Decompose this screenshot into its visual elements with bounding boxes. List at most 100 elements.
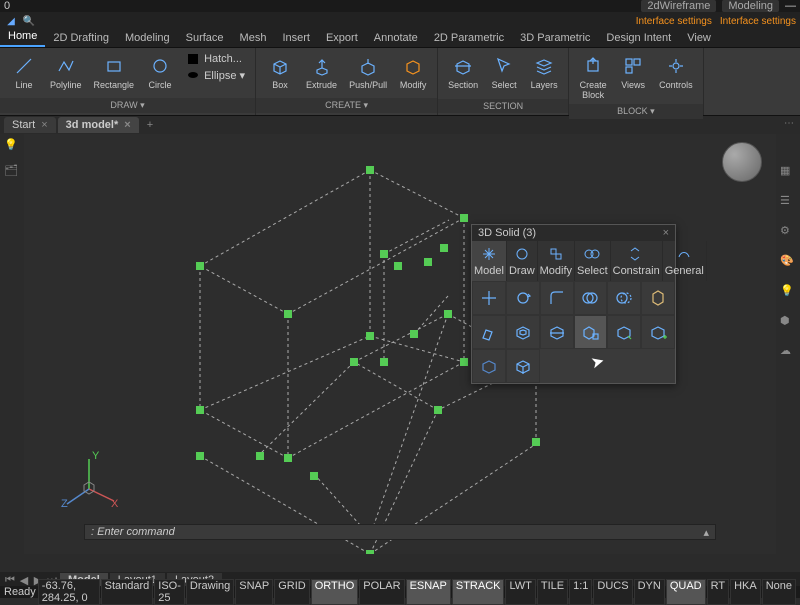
quad-tool-move[interactable]: [472, 281, 506, 315]
tool-pushpull[interactable]: Push/Pull: [345, 52, 391, 92]
quad-tab-draw[interactable]: Draw: [507, 241, 538, 281]
layers-icon[interactable]: ☰: [780, 194, 796, 210]
tool-controls[interactable]: Controls: [655, 52, 697, 92]
viewport-menu-icon[interactable]: ⋯: [784, 118, 794, 129]
status-snap[interactable]: SNAP: [235, 579, 273, 605]
tab-2d-parametric[interactable]: 2D Parametric: [426, 29, 512, 47]
cloud-icon[interactable]: ☁: [780, 344, 796, 360]
tab-3d-parametric[interactable]: 3D Parametric: [512, 29, 598, 47]
quad-tab-general[interactable]: General: [663, 241, 707, 281]
tab-modeling[interactable]: Modeling: [117, 29, 178, 47]
quad-tab-modify[interactable]: Modify: [538, 241, 575, 281]
tool-ellipse[interactable]: Ellipse ▾: [186, 68, 245, 82]
render-icon[interactable]: ⬢: [780, 314, 796, 330]
status-coords: -63.76, 284.25, 0: [38, 579, 100, 605]
ribbon-tabs: Home 2D Drafting Modeling Surface Mesh I…: [0, 30, 800, 48]
status-quad[interactable]: QUAD: [666, 579, 706, 605]
quad-tool-check[interactable]: [607, 315, 641, 349]
right-toolbar: ▦ ☰ ⚙ 🎨 💡 ⬢ ☁: [776, 134, 800, 360]
window-minimize-icon[interactable]: —: [785, 0, 796, 12]
close-icon[interactable]: ×: [41, 119, 47, 131]
status-standard[interactable]: Standard: [101, 579, 154, 605]
interface-settings-label[interactable]: Interface settings: [720, 16, 796, 27]
tab-design-intent[interactable]: Design Intent: [598, 29, 679, 47]
tool-section[interactable]: Section: [444, 52, 482, 92]
quad-tab-model[interactable]: Model: [472, 241, 507, 281]
quad-tool-mesh[interactable]: [506, 349, 540, 383]
quad-tool-add[interactable]: [641, 315, 675, 349]
tool-create-block[interactable]: Create Block: [575, 52, 611, 102]
visual-style-pill[interactable]: 2dWireframe: [641, 0, 716, 12]
tool-views[interactable]: Views: [615, 52, 651, 92]
close-icon[interactable]: ×: [124, 119, 130, 131]
app-menu-icon[interactable]: ◢: [4, 14, 18, 28]
status-polar[interactable]: POLAR: [359, 579, 404, 605]
tab-insert[interactable]: Insert: [274, 29, 318, 47]
new-doc-button[interactable]: +: [141, 117, 159, 133]
tool-extrude[interactable]: Extrude: [302, 52, 341, 92]
status-grid[interactable]: GRID: [274, 579, 310, 605]
tab-2d-drafting[interactable]: 2D Drafting: [45, 29, 117, 47]
quad-tool-subtract[interactable]: [607, 281, 641, 315]
grid-icon[interactable]: ▦: [780, 164, 796, 180]
panel-create-label[interactable]: CREATE ▾: [256, 98, 437, 113]
status-rt[interactable]: RT: [707, 579, 729, 605]
status-esnap[interactable]: ESNAP: [406, 579, 451, 605]
tab-mesh[interactable]: Mesh: [232, 29, 275, 47]
status-iso[interactable]: ISO-25: [154, 579, 185, 605]
quad-tab-constrain[interactable]: Constrain: [611, 241, 663, 281]
tools-icon[interactable]: ⚙: [780, 224, 796, 240]
tab-annotate[interactable]: Annotate: [366, 29, 426, 47]
structure-icon[interactable]: 🗂: [4, 164, 20, 180]
tab-home[interactable]: Home: [0, 27, 45, 47]
quad-tool-intersect[interactable]: [641, 281, 675, 315]
expand-cmdline-icon[interactable]: ▴: [703, 526, 709, 539]
materials-icon[interactable]: 🎨: [780, 254, 796, 270]
quad-tool-shell[interactable]: [506, 315, 540, 349]
quad-tool-convert[interactable]: [472, 349, 506, 383]
status-strack[interactable]: STRACK: [452, 579, 505, 605]
tool-circle[interactable]: Circle: [142, 52, 178, 92]
status-tile[interactable]: TILE: [537, 579, 568, 605]
status-ducs[interactable]: DUCS: [593, 579, 632, 605]
quad-tool-rotate[interactable]: [506, 281, 540, 315]
status-scale[interactable]: 1:1: [569, 579, 592, 605]
search-icon[interactable]: 🔍: [22, 14, 36, 28]
tool-layers[interactable]: Layers: [526, 52, 562, 92]
command-line[interactable]: : Enter command ▴: [84, 524, 716, 540]
quad-tool-edit[interactable]: [472, 315, 506, 349]
tool-hatch[interactable]: Hatch...: [186, 52, 245, 66]
tool-select[interactable]: Select: [486, 52, 522, 92]
tool-box[interactable]: Box: [262, 52, 298, 92]
quad-tab-select[interactable]: Select: [575, 241, 611, 281]
tool-rectangle[interactable]: Rectangle: [90, 52, 139, 92]
status-hka[interactable]: HKA: [730, 579, 761, 605]
status-none[interactable]: None: [762, 579, 796, 605]
interface-settings-small[interactable]: Interface settings: [636, 16, 712, 27]
panel-draw-label[interactable]: DRAW ▾: [0, 98, 255, 113]
quad-tool-union[interactable]: [574, 281, 608, 315]
tab-view[interactable]: View: [679, 29, 719, 47]
light-icon[interactable]: 💡: [780, 284, 796, 300]
doc-tab-start[interactable]: Start×: [4, 117, 56, 133]
tool-line[interactable]: Line: [6, 52, 42, 92]
quad-tool-slice[interactable]: [540, 315, 574, 349]
lightbulb-icon[interactable]: 💡: [4, 138, 20, 154]
status-dyn[interactable]: DYN: [634, 579, 665, 605]
status-ortho[interactable]: ORTHO: [311, 579, 359, 605]
quad-tool-separate[interactable]: [574, 315, 608, 349]
tool-modify[interactable]: Modify: [395, 52, 431, 92]
quad-tool-fillet[interactable]: [540, 281, 574, 315]
status-lwt[interactable]: LWT: [505, 579, 535, 605]
workspace-pill[interactable]: Modeling: [722, 0, 779, 12]
status-drawing[interactable]: Drawing: [186, 579, 234, 605]
tab-surface[interactable]: Surface: [178, 29, 232, 47]
tab-export[interactable]: Export: [318, 29, 366, 47]
layout-first-icon[interactable]: ⏮: [4, 574, 16, 587]
viewport[interactable]: Y X Z 3D Solid (3)× Model Draw Modify Se…: [24, 134, 776, 554]
doc-tab-model[interactable]: 3d model*×: [58, 117, 139, 133]
tool-polyline[interactable]: Polyline: [46, 52, 86, 92]
panel-block-label[interactable]: BLOCK ▾: [569, 104, 703, 119]
layout-prev-icon[interactable]: ◀: [18, 574, 30, 587]
close-icon[interactable]: ×: [663, 227, 669, 239]
